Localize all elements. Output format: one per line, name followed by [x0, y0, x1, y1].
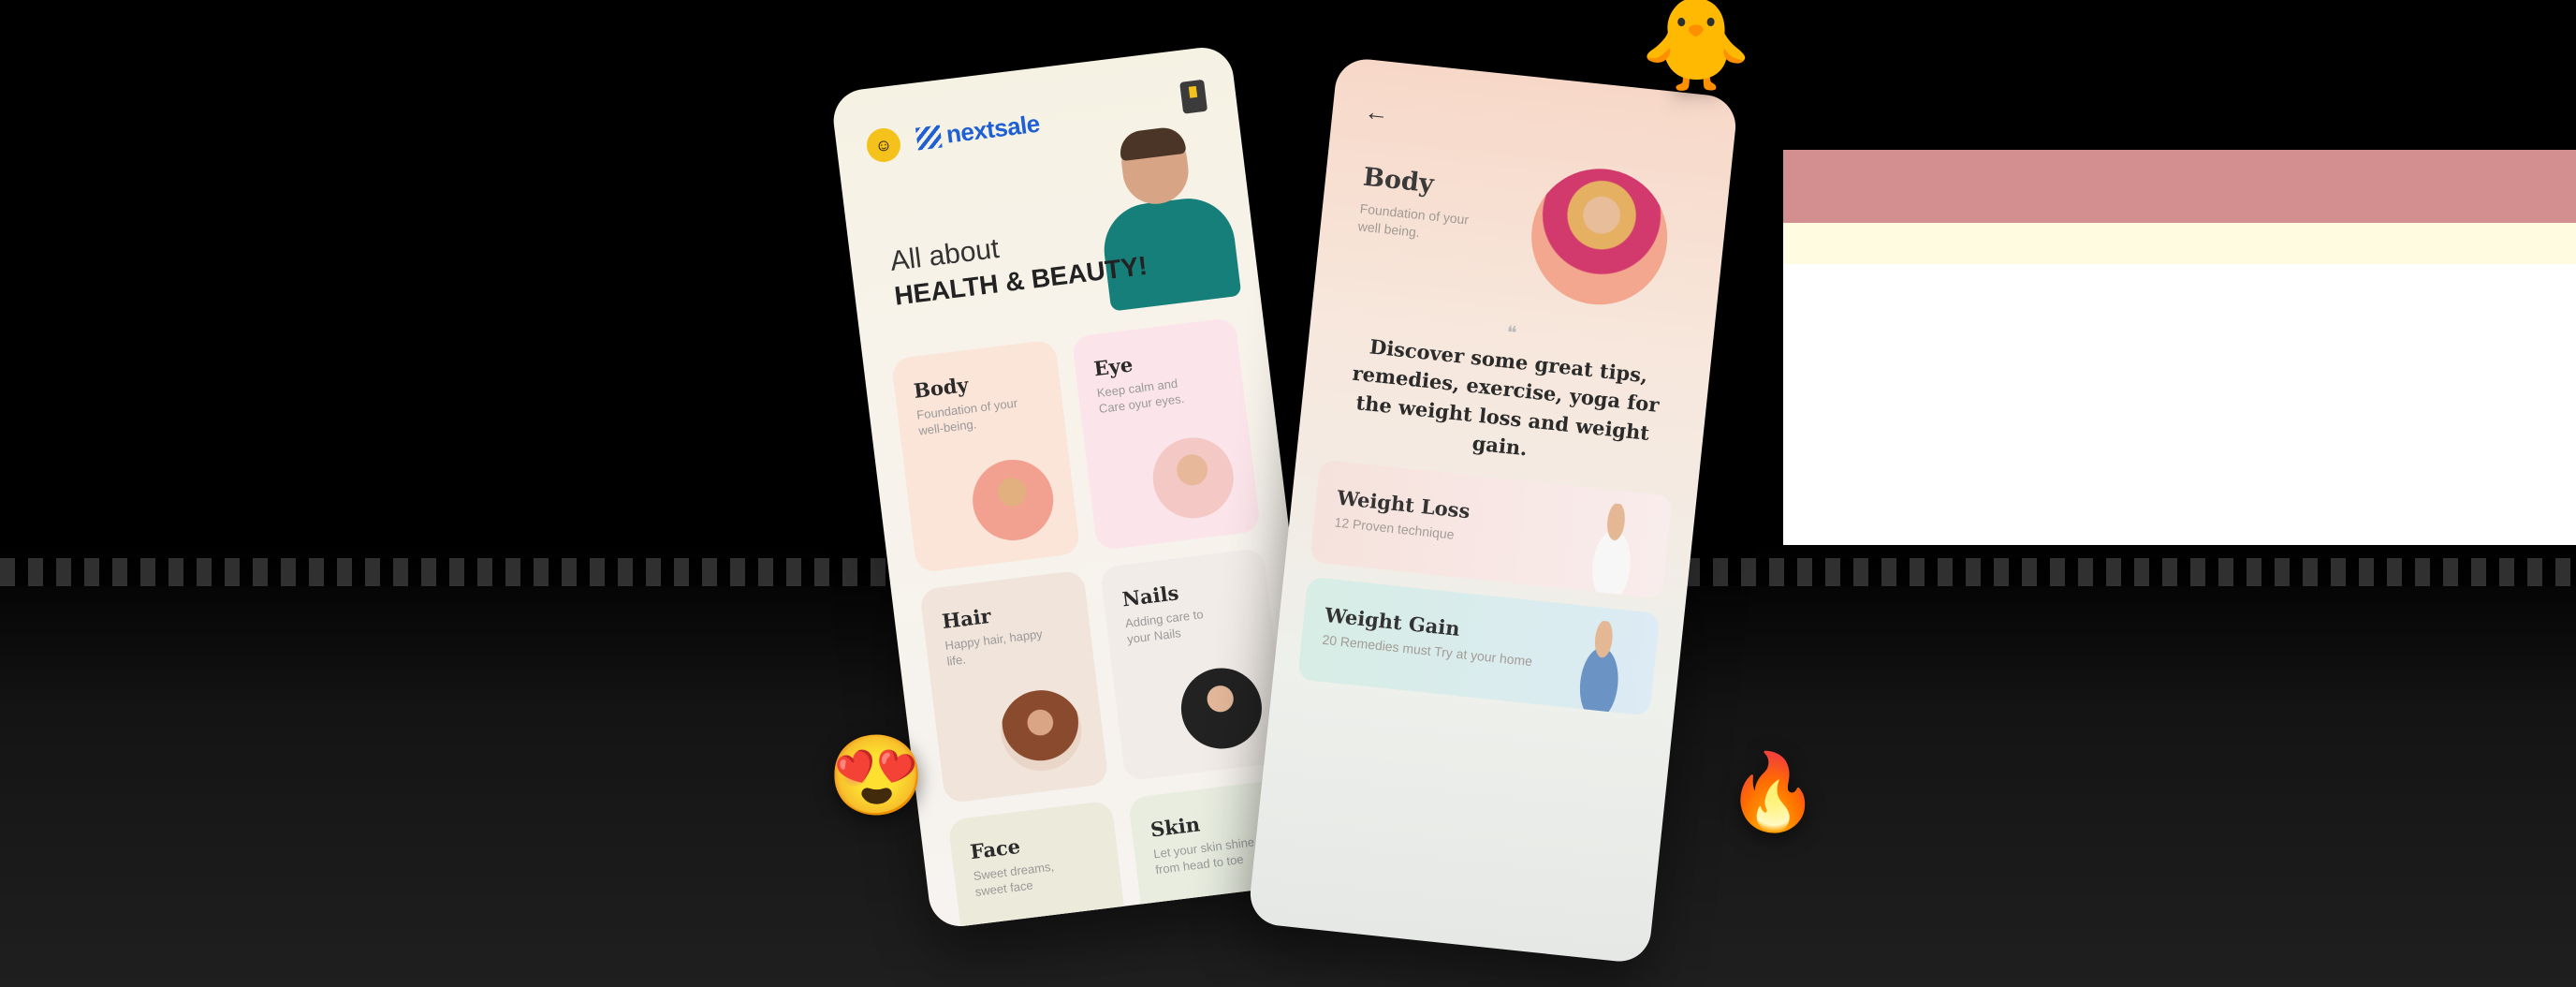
card-title: Body	[912, 372, 970, 403]
list-item-image	[1575, 500, 1651, 597]
card-image	[1148, 433, 1238, 523]
yellow-background-band	[1783, 223, 2576, 264]
card-subtitle: Sweet dreams, sweet face	[972, 859, 1055, 899]
card-subtitle: Let your skin shine from head to toe	[1152, 834, 1255, 877]
card-title: Eye	[1092, 352, 1134, 381]
brand-logo: nextsale	[915, 110, 1041, 154]
card-subtitle: Foundation of your well-being.	[915, 395, 1018, 438]
back-arrow-icon[interactable]: ←	[1363, 96, 1390, 128]
body-detail-screen: ← Body Foundation of your well being. ❝ …	[1247, 56, 1739, 965]
showcase-stage: ☺ nextsale All about HEALTH & BEAUTY! Bo…	[0, 0, 2576, 987]
avatar[interactable]: ☺	[864, 125, 903, 165]
chick-emoji-icon: 🐥	[1640, 0, 1752, 95]
card-image	[996, 685, 1087, 776]
card-image	[1024, 916, 1115, 930]
page-subtitle: Foundation of your well being.	[1357, 200, 1470, 241]
card-title: Face	[969, 833, 1022, 864]
card-image	[968, 455, 1059, 545]
card-image	[1177, 663, 1266, 754]
page-title: Body	[1361, 162, 1436, 199]
brand-name: nextsale	[944, 109, 1042, 149]
white-background-band	[1783, 264, 2576, 545]
category-grid: Body Foundation of your well-being. Eye …	[890, 317, 1318, 930]
avatar-face-icon: ☺	[873, 134, 894, 155]
category-card-eye[interactable]: Eye Keep calm and Care oyur eyes.	[1071, 317, 1262, 552]
category-card-face[interactable]: Face Sweet dreams, sweet face	[947, 800, 1138, 930]
list-item-weight-gain[interactable]: Weight Gain 20 Remedies must Try at your…	[1297, 576, 1661, 716]
category-card-nails[interactable]: Nails Adding care to your Nails	[1099, 547, 1290, 782]
card-title: Nails	[1120, 581, 1180, 611]
list-item-weight-loss[interactable]: Weight Loss 12 Proven technique	[1310, 459, 1673, 599]
body-portrait-image	[1524, 162, 1675, 312]
list-item-image	[1563, 617, 1639, 714]
card-subtitle: Adding care to your Nails	[1124, 607, 1205, 647]
pink-background-band	[1783, 150, 2576, 223]
fire-emoji-icon: 🔥	[1726, 750, 1820, 833]
card-title: Hair	[940, 603, 993, 634]
bookmark-icon[interactable]	[1179, 79, 1208, 114]
card-subtitle: Keep calm and Care oyur eyes.	[1095, 376, 1185, 416]
brand-mark-icon	[915, 125, 943, 151]
card-subtitle: Happy hair, happy life.	[944, 626, 1044, 669]
heart-eyes-emoji-icon: 😍	[827, 731, 926, 819]
category-card-hair[interactable]: Hair Happy hair, happy life.	[919, 569, 1109, 804]
category-card-body[interactable]: Body Foundation of your well-being.	[890, 339, 1081, 574]
